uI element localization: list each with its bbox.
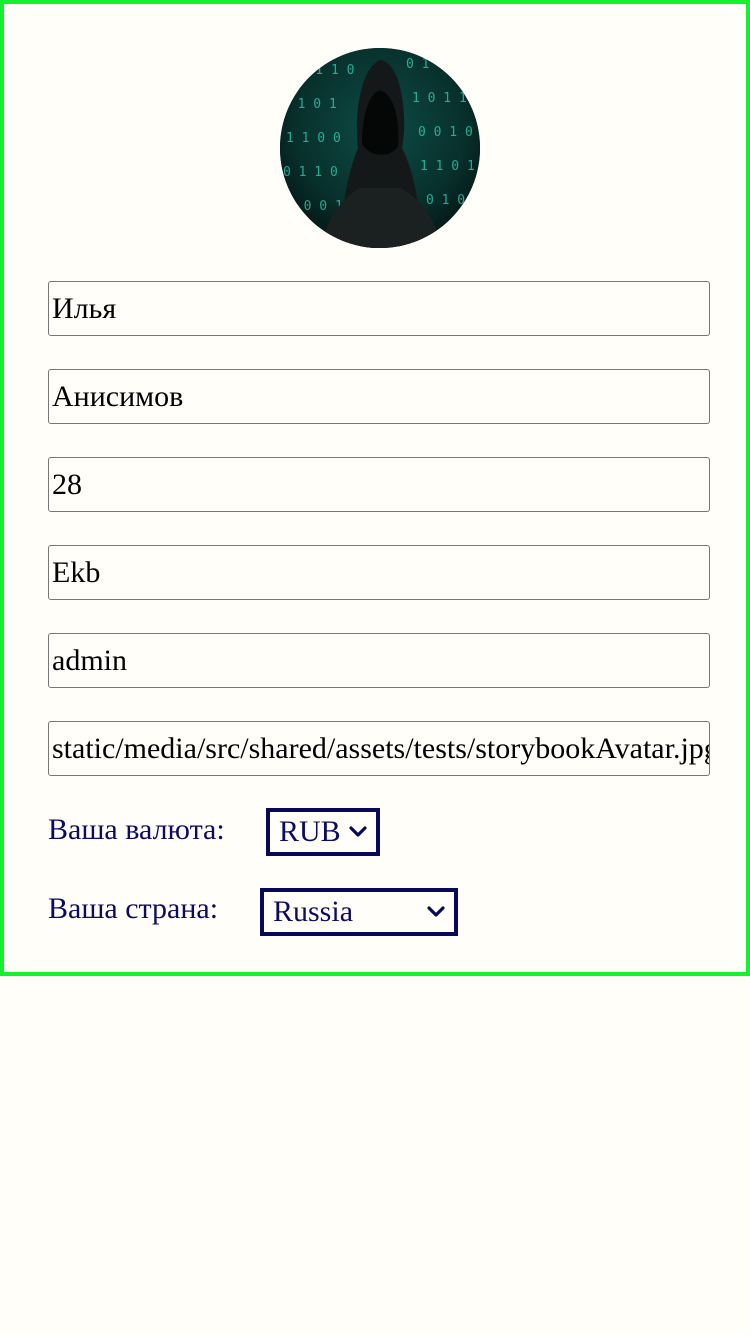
svg-text:1 0 0 1: 1 0 0 1 (288, 199, 343, 214)
currency-select[interactable]: RUB (266, 808, 380, 856)
svg-text:0 1 1 0: 0 1 1 0 (283, 165, 338, 180)
currency-selected-value: RUB (279, 815, 341, 848)
username-input[interactable] (48, 633, 710, 688)
country-select[interactable]: Russia (260, 888, 458, 936)
currency-label: Ваша валюта: (48, 813, 225, 846)
svg-text:1 1 0 1 0: 1 1 0 1 0 (420, 159, 480, 174)
svg-text:1 0 1 1 0: 1 0 1 1 0 (284, 63, 354, 78)
svg-text:1 0 1 1 0: 1 0 1 1 0 (412, 91, 480, 106)
chevron-down-icon (425, 904, 447, 920)
last-name-input[interactable] (48, 369, 710, 424)
svg-text:0 1 0 1: 0 1 0 1 (426, 193, 480, 208)
city-input[interactable] (48, 545, 710, 600)
svg-text:0 1 0 1 1: 0 1 0 1 1 (406, 57, 476, 72)
svg-text:0 0 1 0 1: 0 0 1 0 1 (418, 125, 480, 140)
svg-text:0 1 0 1: 0 1 0 1 (282, 97, 337, 112)
avatar: 1 0 1 1 0 0 1 0 1 1 0 1 0 1 1 0 1 1 0 1 … (280, 48, 480, 248)
country-label: Ваша страна: (48, 892, 219, 925)
first-name-input[interactable] (48, 281, 710, 336)
svg-text:1 1 0 0: 1 1 0 0 (286, 131, 341, 146)
avatar-url-input[interactable] (48, 721, 710, 776)
hooded-figure-image: 1 0 1 1 0 0 1 0 1 1 0 1 0 1 1 0 1 1 0 1 … (280, 48, 480, 248)
profile-card: 1 0 1 1 0 0 1 0 1 1 0 1 0 1 1 0 1 1 0 1 … (0, 0, 750, 976)
age-input[interactable] (48, 457, 710, 512)
country-selected-value: Russia (273, 895, 354, 928)
chevron-down-icon (347, 824, 369, 840)
